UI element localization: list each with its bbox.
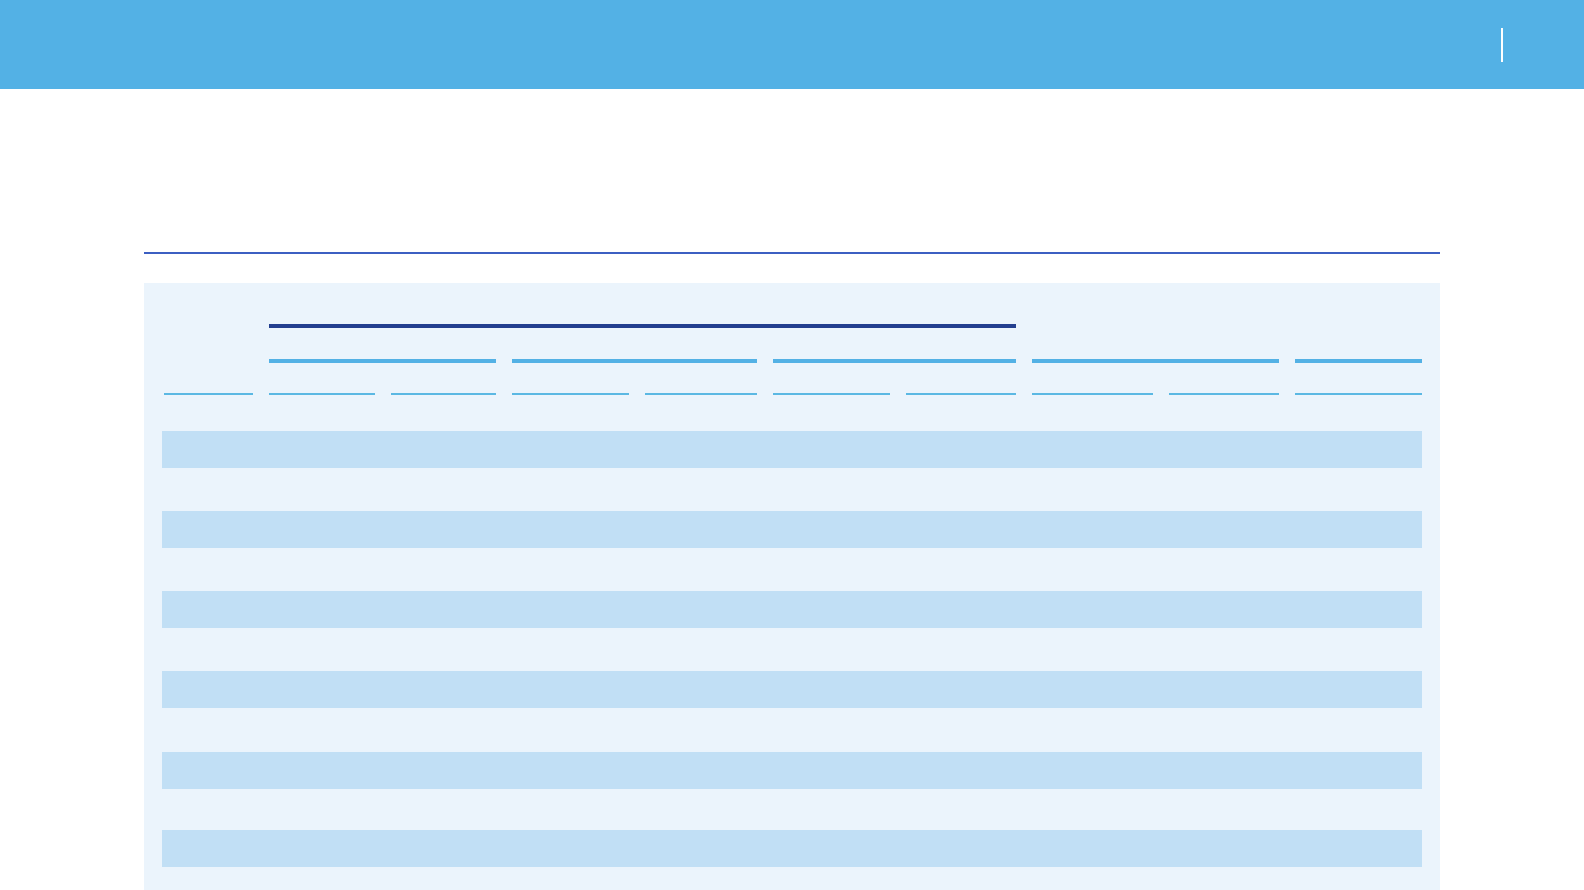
subgroup-header-rule-1 bbox=[269, 359, 496, 363]
table-row-shaded-1 bbox=[162, 431, 1422, 468]
column-header-rule-7 bbox=[906, 393, 1016, 395]
column-header-rule-8 bbox=[1032, 393, 1153, 395]
title-underline bbox=[144, 252, 1440, 254]
subgroup-header-rule-5 bbox=[1295, 359, 1422, 363]
subgroup-header-rule-3 bbox=[773, 359, 1016, 363]
table-row-shaded-3 bbox=[162, 591, 1422, 628]
report-page bbox=[0, 0, 1584, 890]
column-header-rule-6 bbox=[773, 393, 890, 395]
column-header-rule-4 bbox=[512, 393, 629, 395]
subgroup-header-rule-2 bbox=[512, 359, 757, 363]
table-row-shaded-6 bbox=[162, 830, 1422, 867]
group-header-rule bbox=[269, 324, 1016, 328]
header-bar bbox=[0, 0, 1584, 89]
subgroup-header-rule-4 bbox=[1032, 359, 1279, 363]
column-header-rule-3 bbox=[391, 393, 496, 395]
data-table-panel bbox=[144, 283, 1440, 890]
table-row-shaded-5 bbox=[162, 752, 1422, 789]
column-header-rule-9 bbox=[1169, 393, 1279, 395]
header-divider bbox=[1501, 28, 1503, 62]
column-header-rule-1 bbox=[164, 393, 253, 395]
table-row-shaded-2 bbox=[162, 511, 1422, 548]
column-header-rule-5 bbox=[645, 393, 757, 395]
table-row-shaded-4 bbox=[162, 671, 1422, 708]
column-header-rule-10 bbox=[1295, 393, 1422, 395]
column-header-rule-2 bbox=[269, 393, 375, 395]
